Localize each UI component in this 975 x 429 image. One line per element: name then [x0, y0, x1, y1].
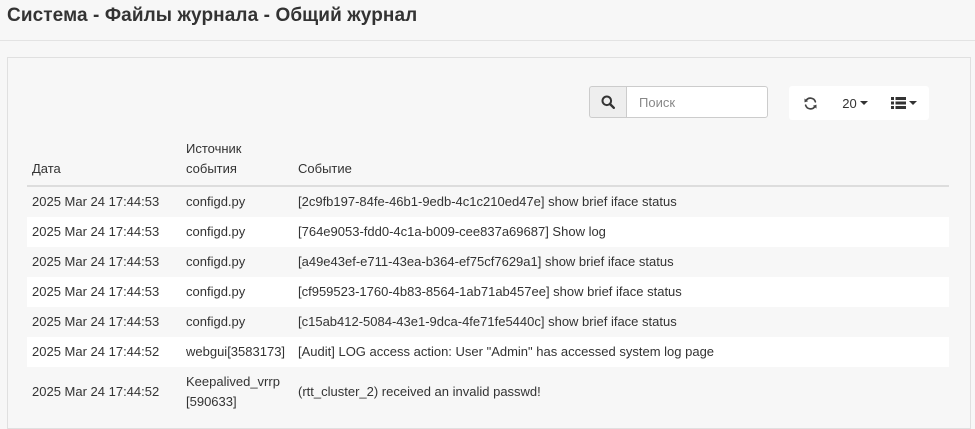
rows-per-page-dropdown[interactable]: 20 — [831, 86, 879, 120]
cell-date: 2025 Mar 24 17:44:53 — [32, 194, 160, 209]
cell-event: [c15ab412-5084-43e1-9dca-4fe71fe5440c] s… — [298, 314, 677, 329]
table-row: 2025 Mar 24 17:44:53 configd.py [cf95952… — [27, 277, 949, 307]
cell-source: configd.py — [186, 314, 246, 329]
cell-date: 2025 Mar 24 17:44:52 — [32, 344, 160, 359]
cell-event: [Audit] LOG access action: User "Admin" … — [298, 344, 715, 359]
cell-event: [764e9053-fdd0-4c1a-b009-cee837a69687] S… — [298, 224, 606, 239]
log-table: Дата Источник события Событие 2025 Mar 2… — [27, 139, 949, 417]
chevron-down-icon — [909, 101, 917, 105]
cell-date: 2025 Mar 24 17:44:52 — [32, 384, 160, 399]
search-input[interactable] — [626, 86, 768, 118]
cell-event: (rtt_cluster_2) received an invalid pass… — [298, 384, 541, 399]
cell-event: [a49e43ef-e711-43ea-b364-ef75cf7629a1] s… — [298, 254, 674, 269]
table-row: 2025 Mar 24 17:44:52 Keepalived_vrrp[590… — [27, 367, 949, 417]
column-header-event[interactable]: Событие — [293, 139, 949, 187]
search-icon — [601, 95, 615, 109]
refresh-button[interactable] — [789, 86, 831, 120]
cell-source: Keepalived_vrrp[590633] — [186, 374, 280, 409]
table-row: 2025 Mar 24 17:44:53 configd.py [c15ab41… — [27, 307, 949, 337]
cell-source: configd.py — [186, 224, 246, 239]
column-header-date[interactable]: Дата — [27, 139, 181, 187]
rows-per-page-value: 20 — [842, 95, 857, 111]
table-row: 2025 Mar 24 17:44:53 configd.py [a49e43e… — [27, 247, 949, 277]
cell-event: [2c9fb197-84fe-46b1-9edb-4c1c210ed47e] s… — [298, 194, 677, 209]
chevron-down-icon — [859, 101, 868, 105]
list-columns-icon — [891, 97, 906, 109]
cell-source: webgui[3583173] — [186, 344, 286, 359]
table-row: 2025 Mar 24 17:44:53 configd.py [2c9fb19… — [27, 186, 949, 217]
cell-event: [cf959523-1760-4b83-8564-1ab71ab457ee] s… — [298, 284, 682, 299]
search-group — [589, 86, 768, 118]
page-title: Система - Файлы журнала - Общий журнал — [7, 5, 418, 26]
cell-date: 2025 Mar 24 17:44:53 — [32, 254, 160, 269]
table-actions: 20 — [789, 86, 929, 120]
table-row: 2025 Mar 24 17:44:52 webgui[3583173] [Au… — [27, 337, 949, 367]
cell-date: 2025 Mar 24 17:44:53 — [32, 224, 160, 239]
cell-date: 2025 Mar 24 17:44:53 — [32, 284, 160, 299]
table-header-row: Дата Источник события Событие — [27, 139, 949, 187]
search-button[interactable] — [589, 86, 626, 118]
columns-dropdown[interactable] — [879, 86, 929, 120]
refresh-icon — [804, 96, 816, 110]
cell-source: configd.py — [186, 284, 246, 299]
cell-source: configd.py — [186, 254, 246, 269]
cell-date: 2025 Mar 24 17:44:53 — [32, 314, 160, 329]
page-header: Система - Файлы журнала - Общий журнал — [0, 0, 975, 41]
column-header-source[interactable]: Источник события — [181, 139, 293, 187]
table-row: 2025 Mar 24 17:44:53 configd.py [764e905… — [27, 217, 949, 247]
cell-source: configd.py — [186, 194, 246, 209]
